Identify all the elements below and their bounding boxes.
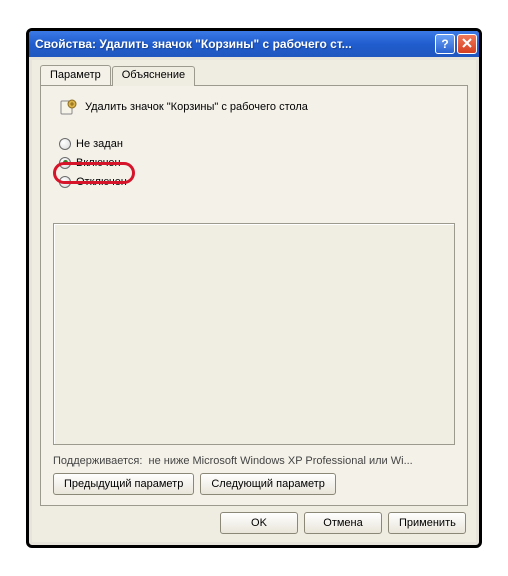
ok-button[interactable]: OK [220,512,298,534]
tab-parameter[interactable]: Параметр [40,65,111,85]
close-icon [462,37,472,51]
dialog-window: Свойства: Удалить значок "Корзины" с раб… [26,28,482,548]
policy-icon [59,98,77,116]
radio-enabled[interactable]: Включен [59,153,467,172]
policy-header: Удалить значок "Корзины" с рабочего стол… [59,98,467,116]
radio-icon [59,176,71,188]
window-title: Свойства: Удалить значок "Корзины" с раб… [35,37,433,51]
prev-setting-button[interactable]: Предыдущий параметр [53,473,194,495]
titlebar[interactable]: Свойства: Удалить значок "Корзины" с раб… [29,31,479,57]
radio-label: Не задан [76,138,123,150]
radio-group: Не задан Включен Отключен [59,134,467,191]
dialog-body: Параметр Объяснение Удалить значок "Корз… [32,60,476,542]
supported-value: не ниже Microsoft Windows XP Professiona… [149,455,413,467]
supported-line: Поддерживается: не ниже Microsoft Window… [53,455,455,467]
radio-icon [59,138,71,150]
next-setting-button[interactable]: Следующий параметр [200,473,336,495]
details-box [53,223,455,445]
nav-buttons: Предыдущий параметр Следующий параметр [53,473,336,495]
radio-label: Включен [76,157,121,169]
supported-label: Поддерживается: [53,455,142,467]
cancel-button[interactable]: Отмена [304,512,382,534]
radio-not-set[interactable]: Не задан [59,134,467,153]
radio-label: Отключен [76,176,127,188]
help-button[interactable]: ? [435,34,455,54]
dialog-buttons: OK Отмена Применить [220,512,466,534]
radio-disabled[interactable]: Отключен [59,172,467,191]
tab-strip: Параметр Объяснение [40,66,196,86]
question-icon: ? [441,37,448,51]
apply-button[interactable]: Применить [388,512,466,534]
policy-name: Удалить значок "Корзины" с рабочего стол… [85,101,308,113]
close-button[interactable] [457,34,477,54]
radio-icon [59,157,71,169]
tab-panel: Удалить значок "Корзины" с рабочего стол… [40,85,468,506]
tab-explanation[interactable]: Объяснение [112,66,195,86]
